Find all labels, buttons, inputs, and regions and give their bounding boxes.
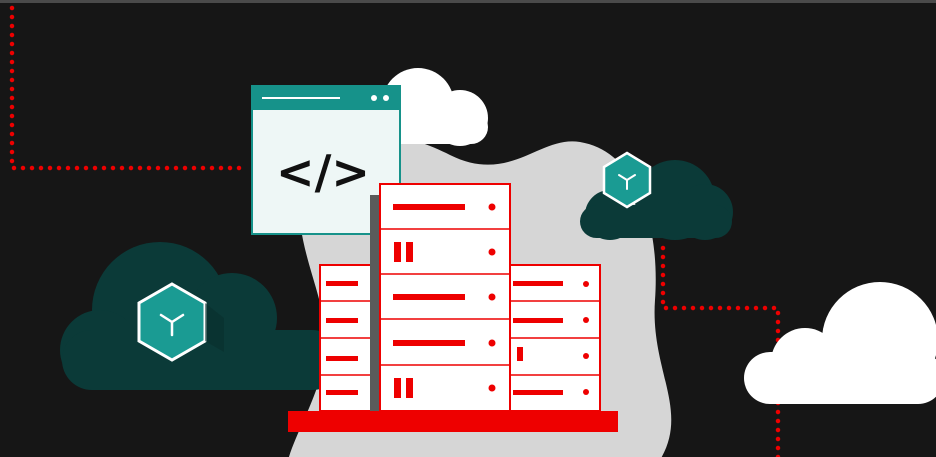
- cloud-right-white: [744, 282, 936, 404]
- connector-line-left: [9, 5, 251, 171]
- server-tower-center: [379, 183, 511, 412]
- hybrid-cloud-illustration: </>: [9, 5, 936, 457]
- illustration-canvas: </>: [0, 0, 936, 457]
- server-rack-right: [507, 264, 601, 412]
- connector-line-right: [660, 245, 781, 457]
- code-brackets-icon: </>: [276, 145, 370, 199]
- server-base: [288, 411, 618, 432]
